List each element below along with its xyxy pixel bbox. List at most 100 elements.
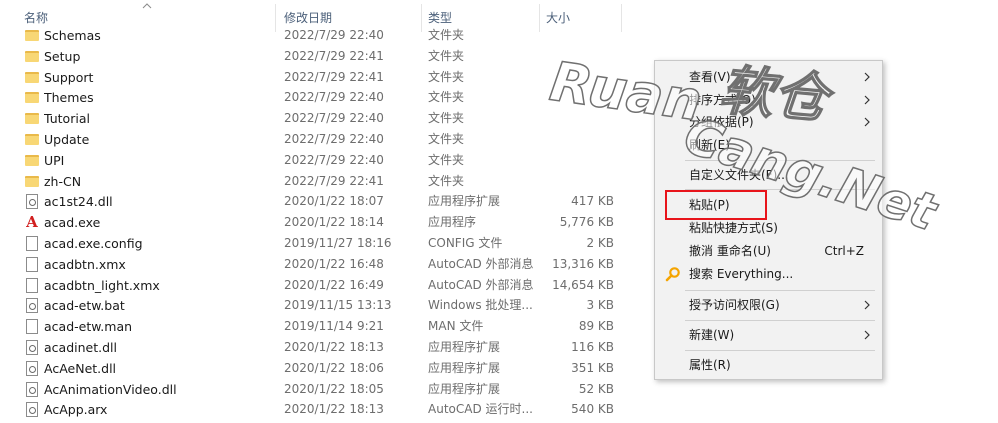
menu-item-grant-access[interactable]: 授予访问权限(G)	[655, 294, 882, 316]
file-size	[540, 67, 614, 88]
file-size: 417 KB	[571, 194, 614, 209]
file-date: 2022/7/29 22:41	[284, 173, 384, 188]
file-row[interactable]: AcApp.arx 2020/1/22 18:13 AutoCAD 运行时... 54…	[0, 399, 640, 420]
menu-item-new[interactable]: 新建(W)	[655, 324, 882, 346]
file-size	[540, 129, 614, 150]
menu-item-label: 授予访问权限(G)	[689, 298, 780, 312]
file-row[interactable]: acad-etw.bat 2019/11/15 13:13 Windows 批处理.…	[0, 295, 640, 316]
file-size: 13,316 KB	[552, 256, 614, 271]
file-date: 2019/11/14 9:21	[284, 319, 384, 334]
autocad-app-icon: A	[26, 213, 38, 232]
folder-icon	[24, 108, 40, 129]
menu-item-label: 排序方式(O)	[689, 93, 756, 107]
file-date: 2020/1/22 18:06	[284, 360, 384, 375]
file-date: 2022/7/29 22:41	[284, 69, 384, 84]
menu-item-sort[interactable]: 排序方式(O)	[655, 89, 882, 111]
chevron-right-icon	[864, 330, 870, 340]
file-date: 2022/7/29 22:40	[284, 28, 384, 42]
menu-item-label: 搜索 Everything...	[689, 267, 794, 281]
file-row[interactable]: Schemas 2022/7/29 22:40 文件夹	[0, 25, 640, 46]
file-name: ac1st24.dll	[44, 194, 113, 210]
file-row[interactable]: Aacad.exe 2020/1/22 18:14 应用程序 5,776 KB	[0, 212, 640, 233]
menu-item-refresh[interactable]: 刷新(E)	[655, 134, 882, 156]
chevron-right-icon	[864, 300, 870, 310]
file-row[interactable]: acad-etw.man 2019/11/14 9:21 MAN 文件 89 KB	[0, 316, 640, 337]
file-name: acadinet.dll	[44, 340, 117, 355]
search-icon	[665, 267, 680, 282]
chevron-right-icon	[864, 72, 870, 82]
file-name: AcAeNet.dll	[44, 360, 117, 376]
file-type: 文件夹	[428, 48, 465, 63]
file-type: 文件夹	[428, 173, 465, 188]
file-row[interactable]: acadinet.dll 2020/1/22 18:13 应用程序扩展 116 KB	[0, 337, 640, 358]
file-size: 540 KB	[571, 402, 614, 417]
file-row[interactable]: Tutorial 2022/7/29 22:40 文件夹	[0, 108, 640, 129]
file-explorer: 名称 修改日期 类型 大小 Schemas 2022/7/29 22:40 文件夹 S…	[0, 0, 998, 423]
file-row[interactable]: ac1st24.dll 2020/1/22 18:07 应用程序扩展 417 KB	[0, 191, 640, 212]
system-file-icon	[24, 295, 40, 316]
file-size	[540, 108, 614, 129]
file-icon	[24, 254, 40, 275]
file-row[interactable]: Support 2022/7/29 22:41 文件夹	[0, 67, 640, 88]
menu-item-properties[interactable]: 属性(R)	[655, 354, 882, 376]
file-name: acadbtn_light.xmx	[44, 277, 160, 293]
file-row[interactable]: AcAnimationVideo.dll 2020/1/22 18:05 应用程序扩…	[0, 379, 640, 400]
file-date: 2020/1/22 18:07	[284, 194, 384, 209]
file-row[interactable]: AcAeNet.dll 2020/1/22 18:06 应用程序扩展 351 KB	[0, 358, 640, 379]
menu-item-label: 属性(R)	[689, 358, 731, 372]
file-type: 应用程序扩展	[428, 360, 501, 375]
folder-icon	[24, 171, 40, 192]
file-name: acad.exe.config	[44, 236, 143, 251]
menu-item-search-everything[interactable]: 搜索 Everything...	[655, 263, 882, 285]
file-date: 2020/1/22 18:13	[284, 340, 384, 354]
file-type: CONFIG 文件	[428, 236, 503, 250]
file-row[interactable]: Update 2022/7/29 22:40 文件夹	[0, 129, 640, 150]
file-row[interactable]: Setup 2022/7/29 22:41 文件夹	[0, 46, 640, 67]
file-name: AcAnimationVideo.dll	[44, 381, 177, 397]
file-row[interactable]: acadbtn_light.xmx 2020/1/22 16:49 AutoCAD …	[0, 275, 640, 296]
file-row[interactable]: acadbtn.xmx 2020/1/22 16:48 AutoCAD 外部消息 13…	[0, 254, 640, 275]
folder-icon	[24, 150, 40, 171]
menu-item-label: 查看(V)	[689, 70, 731, 84]
file-size: 3 KB	[586, 298, 614, 313]
file-type: 应用程序扩展	[428, 194, 501, 209]
file-row[interactable]: zh-CN 2022/7/29 22:41 文件夹	[0, 171, 640, 192]
system-file-icon	[24, 191, 40, 212]
file-name: acad-etw.man	[44, 319, 133, 335]
file-type: MAN 文件	[428, 319, 484, 334]
folder-icon	[24, 67, 40, 88]
menu-item-label: 分组依据(P)	[689, 115, 754, 129]
file-row[interactable]: Themes 2022/7/29 22:40 文件夹	[0, 87, 640, 108]
file-size	[540, 150, 614, 171]
file-icon	[24, 316, 40, 337]
file-size	[540, 171, 614, 192]
file-type: 文件夹	[428, 132, 465, 146]
menu-item-label: 自定义文件夹(F)...	[689, 168, 789, 182]
menu-item-customize-folder[interactable]: 自定义文件夹(F)...	[655, 164, 882, 186]
file-size	[540, 46, 614, 67]
chevron-right-icon	[864, 117, 870, 127]
file-date: 2020/1/22 16:48	[284, 256, 384, 271]
file-type: AutoCAD 外部消息	[428, 277, 534, 292]
file-type: 应用程序扩展	[428, 381, 501, 396]
file-size: 116 KB	[571, 340, 614, 354]
file-size: 351 KB	[571, 360, 614, 375]
menu-item-paste-shortcut[interactable]: 粘贴快捷方式(S)	[655, 217, 882, 239]
file-name: UPI	[44, 152, 65, 168]
file-name: zh-CN	[44, 173, 82, 189]
file-type: 文件夹	[428, 90, 465, 105]
file-row[interactable]: acad.exe.config 2019/11/27 18:16 CONFIG 文件…	[0, 233, 640, 254]
folder-icon	[24, 25, 40, 46]
menu-item-group[interactable]: 分组依据(P)	[655, 111, 882, 133]
system-file-icon	[24, 358, 40, 379]
menu-item-view[interactable]: 查看(V)	[655, 66, 882, 88]
file-date: 2022/7/29 22:40	[284, 90, 384, 105]
menu-item-label: 新建(W)	[689, 328, 735, 342]
menu-item-undo-rename[interactable]: 撤消 重命名(U) Ctrl+Z	[655, 240, 882, 262]
file-date: 2022/7/29 22:40	[284, 111, 384, 126]
file-row[interactable]: UPI 2022/7/29 22:40 文件夹	[0, 150, 640, 171]
file-name: Update	[44, 132, 90, 147]
file-type: Windows 批处理...	[428, 298, 533, 313]
menu-item-shortcut: Ctrl+Z	[824, 244, 864, 258]
file-type: 文件夹	[428, 152, 465, 167]
